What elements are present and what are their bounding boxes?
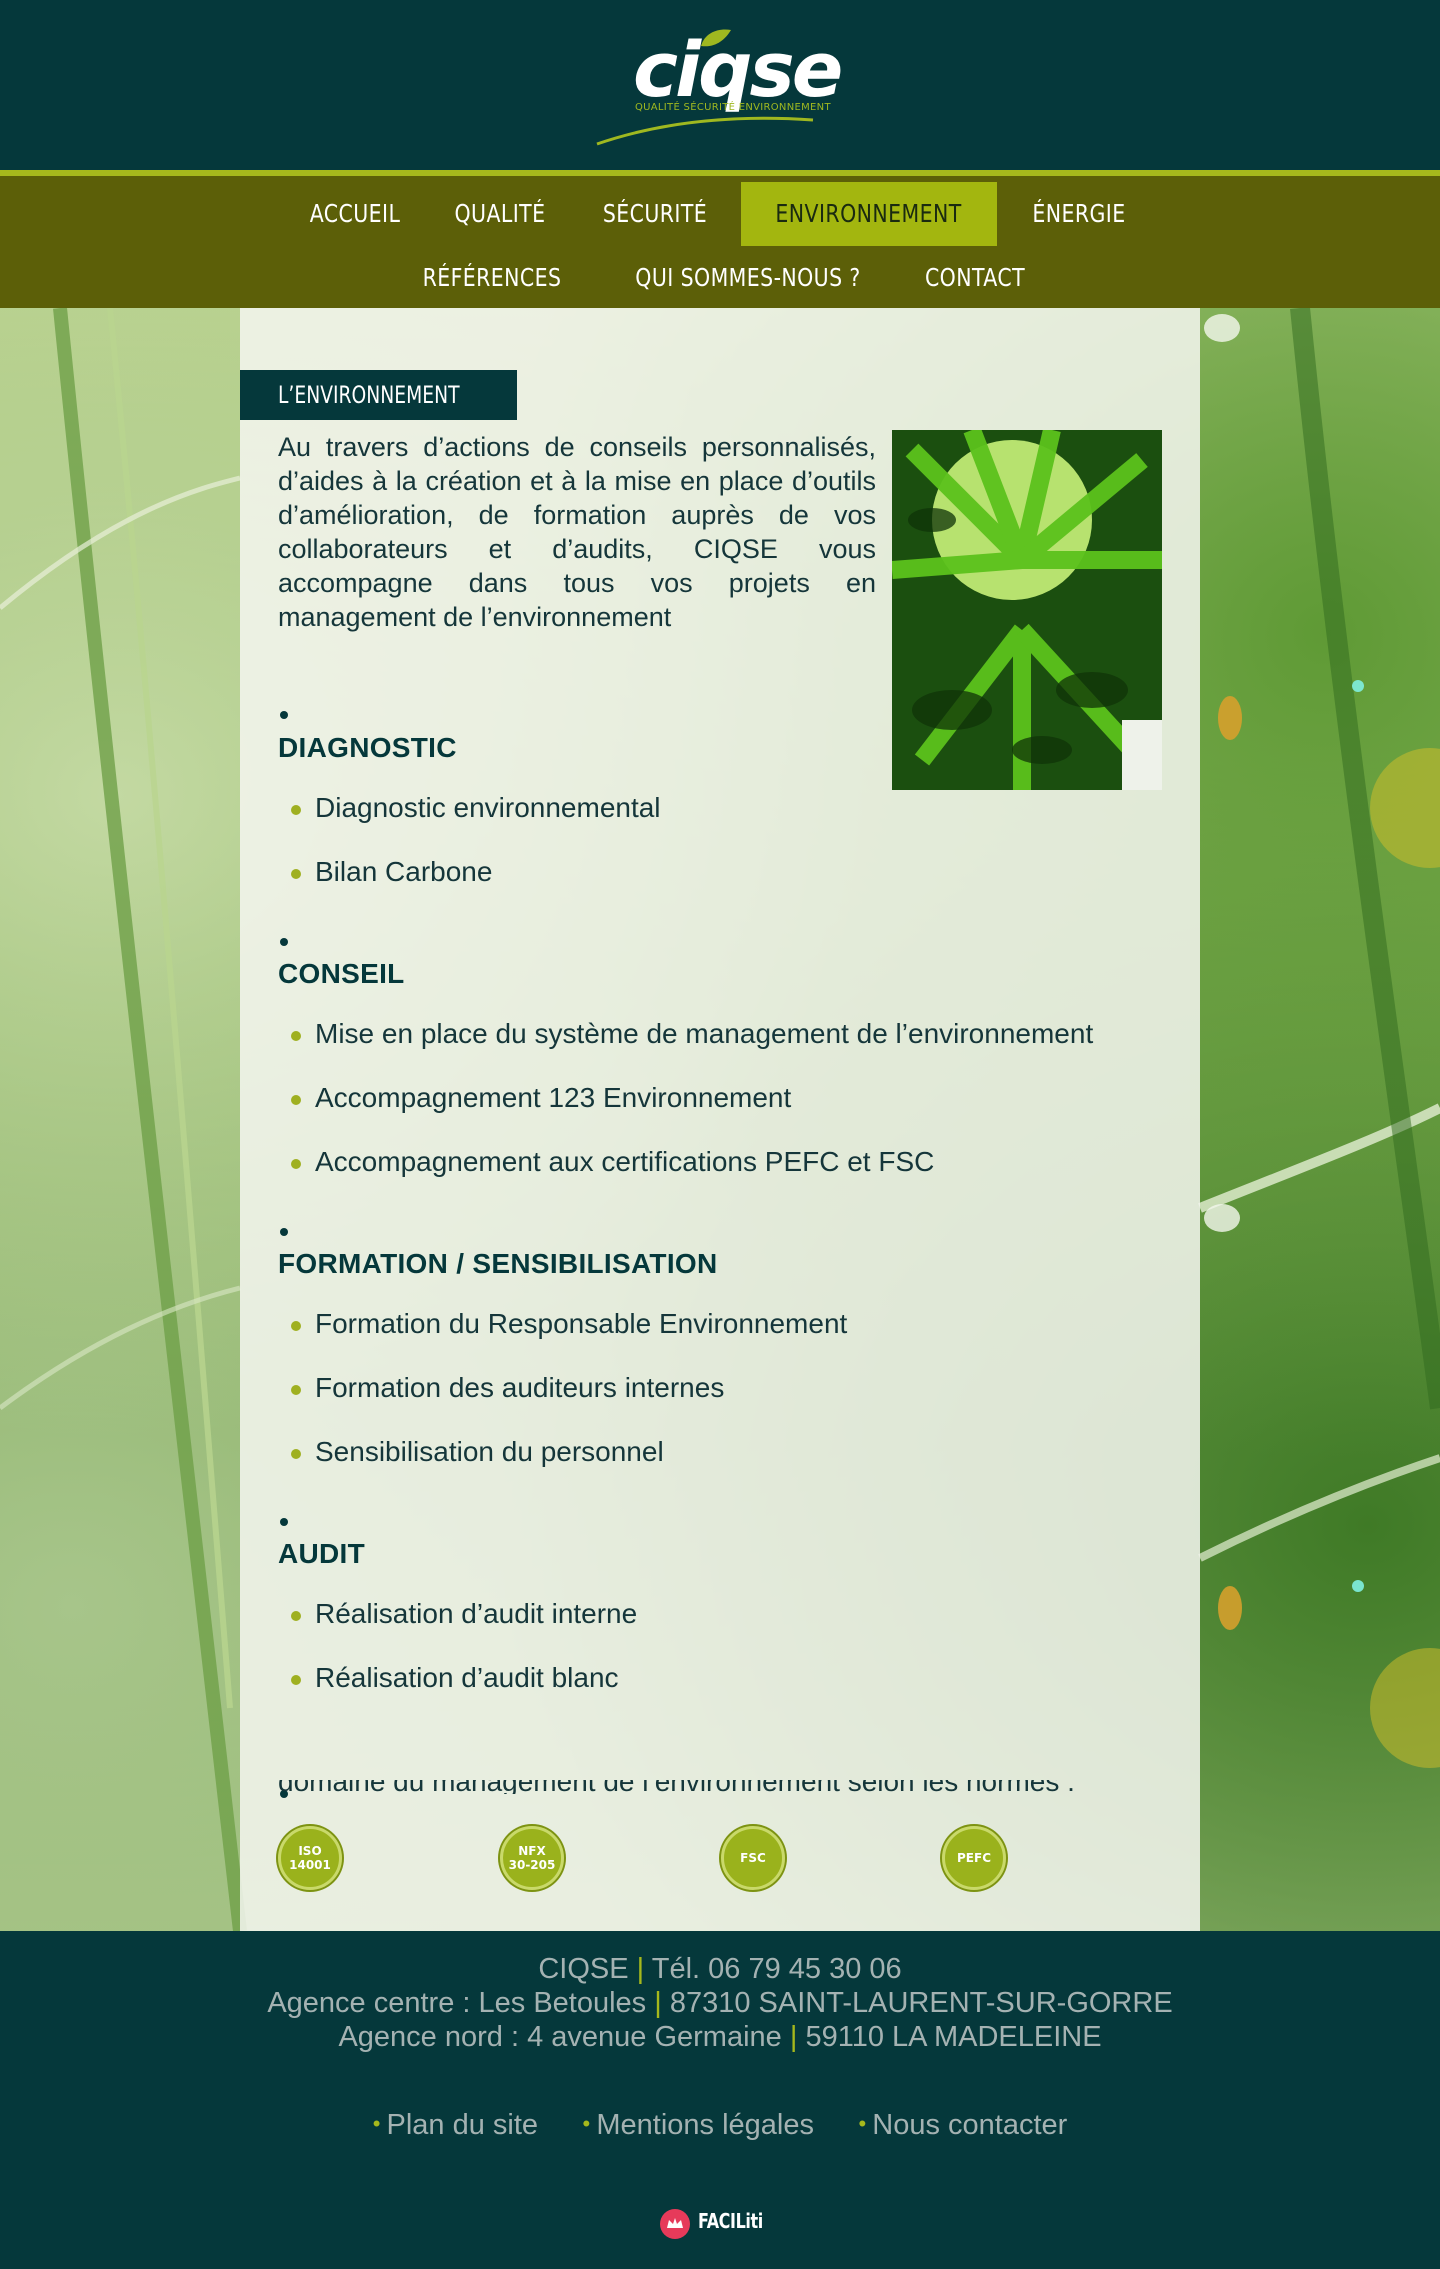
list-item: Bilan Carbone: [315, 856, 493, 887]
footer-phone[interactable]: Tél. 06 79 45 30 06: [652, 1953, 902, 1985]
list-item: Formation des auditeurs internes: [315, 1372, 725, 1403]
footer-link-plan-du-site[interactable]: Plan du site: [373, 2109, 539, 2142]
badge-nfx-30-205[interactable]: NFX 30-205: [500, 1826, 564, 1890]
faciliti-label: FACILiti: [698, 2209, 763, 2233]
footer-link-nous-contacter[interactable]: Nous contacter: [858, 2109, 1067, 2142]
logo-wordmark: ciqse: [633, 25, 843, 114]
badge-iso-14001[interactable]: ISO 14001: [278, 1826, 342, 1890]
footer-agency-north-city: 59110 LA MADELEINE: [805, 2021, 1102, 2053]
site-footer: CIQSE | Tél. 06 79 45 30 06 Agence centr…: [0, 1931, 1440, 2269]
list-item: Formation du Responsable Environnement: [315, 1308, 848, 1339]
section-title-text: L’ENVIRONNEMENT: [278, 381, 460, 409]
footer-line-agency-north: Agence nord : 4 avenue Germaine | 59110 …: [0, 2021, 1440, 2054]
faciliti-crown-icon: [660, 2209, 690, 2239]
nav-item-accueil[interactable]: ACCUEIL: [302, 182, 409, 246]
truncated-text: domaine du management de l’environnement…: [278, 1780, 1158, 1794]
site-header: ciqse QUALITÉ SÉCURITÉ ENVIRONNEMENT: [0, 0, 1440, 170]
group-title-diagnostic: DIAGNOSTIC: [278, 732, 457, 763]
group-dot: [280, 1518, 288, 1526]
list-bullet: [291, 1611, 301, 1621]
list-item: Accompagnement aux certifications PEFC e…: [315, 1146, 935, 1177]
list-bullet: [291, 1449, 301, 1459]
group-dot: [280, 711, 288, 719]
truncated-text-content: domaine du management de l’environnement…: [278, 1780, 1075, 1794]
list-bullet: [291, 1675, 301, 1685]
palm-leaves-illustration: [892, 430, 1162, 790]
nav-row-2: RÉFÉRENCES QUI SOMMES-NOUS ? CONTACT: [0, 246, 1440, 310]
nav-item-energie[interactable]: ÉNERGIE: [1021, 182, 1137, 246]
group-title-conseil: CONSEIL: [278, 958, 405, 989]
badge-fsc[interactable]: FSC: [721, 1826, 785, 1890]
faciliti-button[interactable]: FACILiti: [660, 2203, 780, 2243]
intro-paragraph: Au travers d’actions de conseils personn…: [278, 432, 876, 632]
main-navigation: ACCUEIL QUALITÉ SÉCURITÉ ENVIRONNEMENT É…: [0, 170, 1440, 308]
section-title: L’ENVIRONNEMENT: [240, 370, 517, 420]
footer-line-agency-center: Agence centre : Les Betoules | 87310 SAI…: [0, 1987, 1440, 2020]
footer-separator: |: [654, 1987, 662, 2019]
list-bullet: [291, 1095, 301, 1105]
list-bullet: [291, 869, 301, 879]
list-bullet: [291, 1385, 301, 1395]
nav-item-references[interactable]: RÉFÉRENCES: [415, 246, 569, 310]
nav-item-environnement[interactable]: ENVIRONNEMENT: [741, 182, 997, 246]
footer-agency-north: Agence nord : 4 avenue Germaine: [338, 2021, 782, 2053]
list-item: Mise en place du système de management d…: [315, 1018, 1094, 1049]
list-item: Accompagnement 123 Environnement: [315, 1082, 792, 1113]
content-panel: L’ENVIRONNEMENT Au travers d’actions de …: [240, 308, 1200, 1931]
footer-line-contact: CIQSE | Tél. 06 79 45 30 06: [0, 1953, 1440, 1986]
nav-item-contact[interactable]: CONTACT: [922, 246, 1029, 310]
badge-pefc[interactable]: PEFC: [942, 1826, 1006, 1890]
list-item: Diagnostic environnemental: [315, 792, 661, 823]
nav-item-qui-sommes-nous[interactable]: QUI SOMMES-NOUS ?: [625, 246, 871, 310]
group-dot: [280, 1228, 288, 1236]
list-bullet: [291, 1159, 301, 1169]
group-title-audit: AUDIT: [278, 1538, 366, 1569]
list-item: Sensibilisation du personnel: [315, 1436, 664, 1467]
footer-agency-center: Agence centre : Les Betoules: [267, 1987, 647, 2019]
footer-agency-center-city: 87310 SAINT-LAURENT-SUR-GORRE: [669, 1987, 1173, 2019]
footer-link-mentions-legales[interactable]: Mentions légales: [583, 2109, 814, 2142]
footer-separator: |: [789, 2021, 798, 2053]
footer-links: Plan du site Mentions légales Nous conta…: [0, 2109, 1440, 2142]
nav-item-environnement-label: ENVIRONNEMENT: [775, 199, 963, 228]
nav-item-qualite[interactable]: QUALITÉ: [447, 182, 554, 246]
list-item: Réalisation d’audit blanc: [315, 1662, 619, 1693]
footer-company: CIQSE: [538, 1953, 629, 1985]
logo-swoosh-icon: [596, 116, 814, 146]
footer-separator: |: [636, 1953, 645, 1985]
nav-item-securite[interactable]: SÉCURITÉ: [594, 182, 717, 246]
nav-row-1: ACCUEIL QUALITÉ SÉCURITÉ ENVIRONNEMENT É…: [0, 182, 1440, 246]
list-bullet: [291, 805, 301, 815]
ciqse-logo[interactable]: ciqse QUALITÉ SÉCURITÉ ENVIRONNEMENT: [595, 26, 855, 148]
palm-leaves-photo: [892, 430, 1162, 790]
list-bullet: [291, 1031, 301, 1041]
group-dot: [280, 938, 288, 946]
list-bullet: [291, 1321, 301, 1331]
group-title-formation: FORMATION / SENSIBILISATION: [278, 1248, 718, 1279]
list-item: Réalisation d’audit interne: [315, 1598, 638, 1629]
